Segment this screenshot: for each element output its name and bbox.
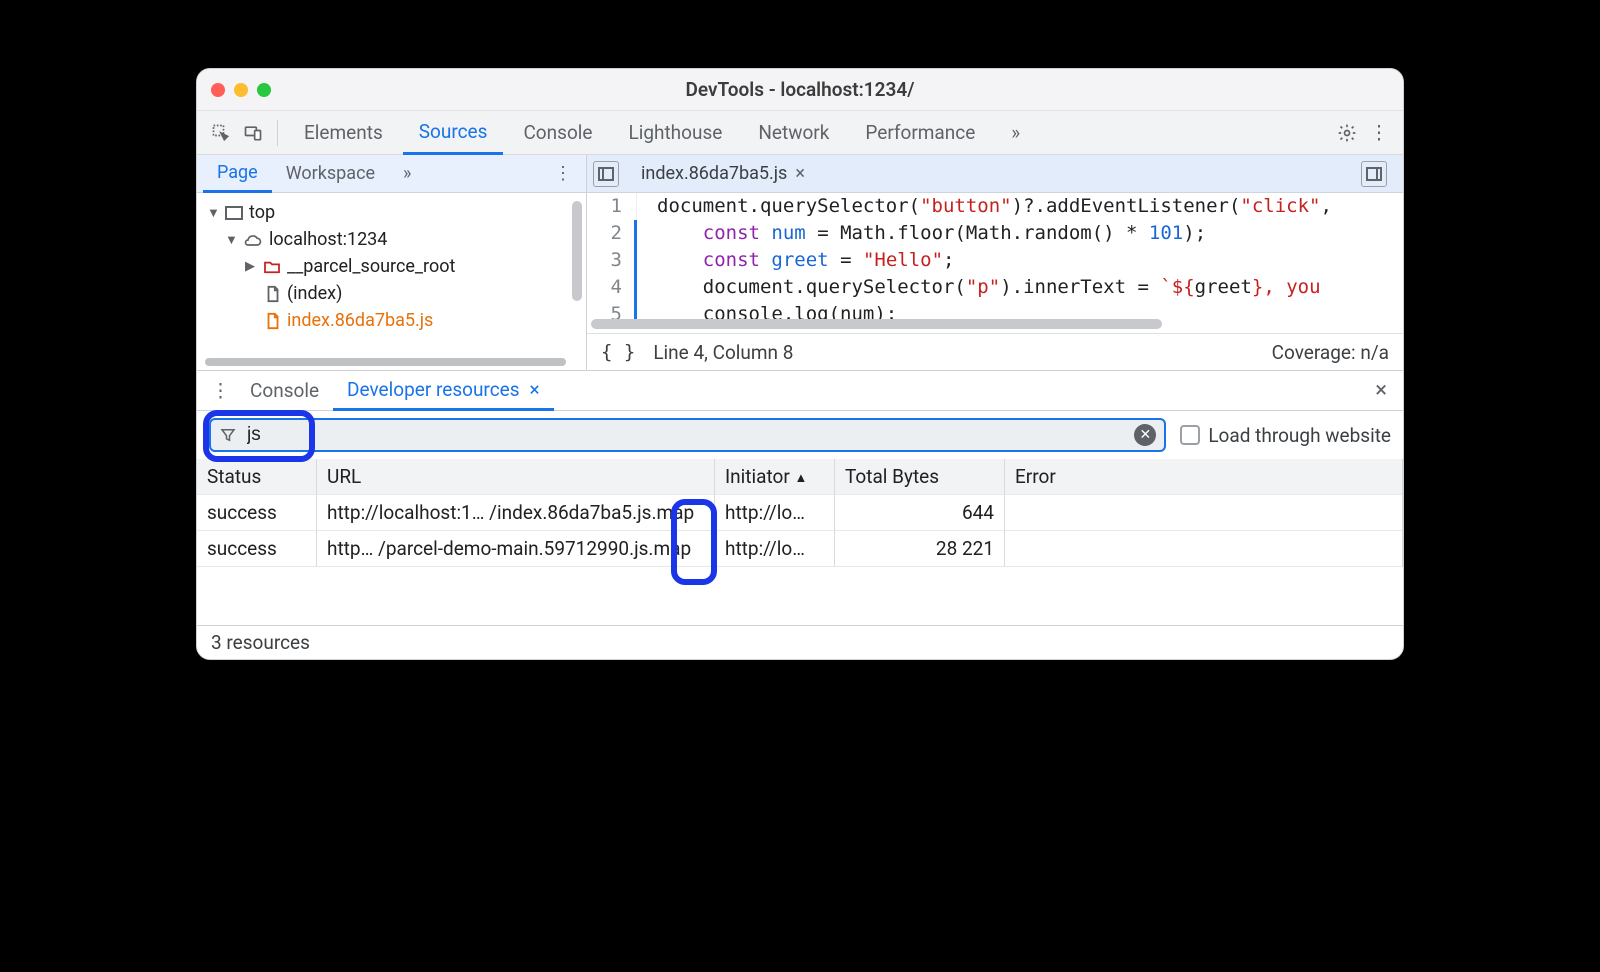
- tab-performance[interactable]: Performance: [849, 111, 991, 154]
- tree-label-jsfile: index.86da7ba5.js: [287, 310, 433, 331]
- close-file-tab-icon[interactable]: ×: [795, 163, 805, 184]
- drawer-kebab-icon[interactable]: ⋮: [205, 371, 236, 410]
- col-url[interactable]: URL: [317, 459, 715, 495]
- settings-icon[interactable]: [1333, 119, 1361, 147]
- navigator-tab-page[interactable]: Page: [203, 156, 272, 193]
- sort-asc-icon: ▲: [794, 471, 807, 486]
- pretty-print-icon[interactable]: { }: [601, 341, 635, 363]
- load-through-website-label: Load through website: [1208, 424, 1391, 447]
- tree-item-index[interactable]: (index): [207, 280, 586, 307]
- cell-status: success: [197, 531, 317, 567]
- cell-error: [1005, 531, 1403, 567]
- tab-sources[interactable]: Sources: [403, 112, 504, 155]
- cell-url: http://localhost:1… /index.86da7ba5.js.m…: [317, 495, 715, 531]
- col-error[interactable]: Error: [1005, 459, 1403, 495]
- js-file-icon: [265, 312, 281, 330]
- main-tab-bar: Elements Sources Console Lighthouse Netw…: [197, 111, 1403, 155]
- cell-initiator: http://lo…: [715, 531, 835, 567]
- clear-filter-icon[interactable]: ✕: [1134, 424, 1156, 446]
- cell-error: [1005, 495, 1403, 531]
- cursor-position: Line 4, Column 8: [653, 341, 793, 364]
- filter-toolbar: ✕ Load through website: [197, 411, 1403, 459]
- drawer-tab-dev-resources-label: Developer resources: [347, 378, 519, 401]
- tree-label-folder: __parcel_source_root: [287, 256, 455, 277]
- table-row[interactable]: success http://localhost:1… /index.86da7…: [197, 495, 1403, 531]
- table-row[interactable]: success http… /parcel-demo-main.59712990…: [197, 531, 1403, 567]
- tab-console[interactable]: Console: [507, 111, 608, 154]
- tree-item-folder[interactable]: ▶ __parcel_source_root: [207, 253, 586, 280]
- inspect-icon[interactable]: [207, 119, 235, 147]
- window-title: DevTools - localhost:1234/: [197, 78, 1403, 101]
- tab-overflow[interactable]: »: [995, 111, 1036, 154]
- filter-icon: [219, 426, 237, 444]
- status-footer: 3 resources: [197, 625, 1403, 659]
- tree-label-top: top: [249, 202, 275, 223]
- tree-label-index: (index): [287, 283, 342, 304]
- editor-h-scrollbar[interactable]: [591, 319, 1162, 329]
- cell-url: http… /parcel-demo-main.59712990.js.map: [317, 531, 715, 567]
- col-bytes[interactable]: Total Bytes: [835, 459, 1005, 495]
- cell-status: success: [197, 495, 317, 531]
- coverage-status: Coverage: n/a: [1272, 341, 1389, 364]
- navigator-more-icon[interactable]: ⋮: [546, 163, 580, 184]
- file-tree: ▼ top ▼ localhost:1234 ▶ __parcel_source…: [197, 193, 586, 370]
- folder-icon: [263, 260, 281, 274]
- tab-network[interactable]: Network: [742, 111, 845, 154]
- checkbox-icon: [1180, 425, 1200, 445]
- kebab-menu-icon[interactable]: ⋮: [1365, 119, 1393, 147]
- drawer-tab-console[interactable]: Console: [236, 371, 333, 410]
- device-toggle-icon[interactable]: [239, 119, 267, 147]
- filter-input-container: ✕: [209, 418, 1166, 452]
- filter-input[interactable]: [247, 424, 1124, 446]
- frame-icon: [225, 206, 243, 220]
- resources-table: Status URL Initiator ▲ Total Bytes Error…: [197, 459, 1403, 625]
- drawer-tab-dev-resources[interactable]: Developer resources ×: [333, 372, 554, 411]
- resource-count: 3 resources: [211, 631, 310, 654]
- tab-elements[interactable]: Elements: [288, 111, 399, 154]
- navigator-tab-overflow[interactable]: »: [389, 155, 425, 192]
- toggle-debug-panel-icon[interactable]: [1361, 161, 1387, 187]
- navigator-pane: Page Workspace » ⋮ ▼ top ▼ localhost:123…: [197, 155, 587, 370]
- editor-file-tab[interactable]: index.86da7ba5.js ×: [629, 155, 813, 192]
- col-status[interactable]: Status: [197, 459, 317, 495]
- cell-bytes: 28 221: [835, 531, 1005, 567]
- devtools-window: DevTools - localhost:1234/ Elements Sour…: [196, 68, 1404, 660]
- titlebar: DevTools - localhost:1234/: [197, 69, 1403, 111]
- tree-item-top[interactable]: ▼ top: [207, 199, 586, 226]
- editor-status-bar: { } Line 4, Column 8 Coverage: n/a: [587, 334, 1403, 370]
- cell-bytes: 644: [835, 495, 1005, 531]
- cell-initiator: http://lo…: [715, 495, 835, 531]
- tree-item-origin[interactable]: ▼ localhost:1234: [207, 226, 586, 253]
- cloud-icon: [243, 232, 263, 248]
- tree-item-jsfile[interactable]: index.86da7ba5.js: [207, 307, 586, 334]
- tree-label-origin: localhost:1234: [269, 229, 387, 250]
- col-initiator[interactable]: Initiator ▲: [715, 459, 835, 495]
- close-drawer-icon[interactable]: ×: [1367, 378, 1395, 403]
- toggle-nav-panel-icon[interactable]: [593, 161, 619, 187]
- code-editor[interactable]: 1document.querySelector("button")?.addEv…: [587, 193, 1403, 334]
- navigator-tab-workspace[interactable]: Workspace: [272, 155, 389, 192]
- editor-file-tab-label: index.86da7ba5.js: [641, 163, 787, 184]
- file-icon: [265, 285, 281, 303]
- tree-h-scrollbar[interactable]: [205, 358, 566, 366]
- table-header-row: Status URL Initiator ▲ Total Bytes Error: [197, 459, 1403, 495]
- drawer-tab-bar: ⋮ Console Developer resources × ×: [197, 371, 1403, 411]
- tree-v-scrollbar[interactable]: [572, 201, 582, 301]
- editor-pane: index.86da7ba5.js × 1document.querySelec…: [587, 155, 1403, 370]
- close-drawer-tab-icon[interactable]: ×: [530, 378, 540, 401]
- tab-lighthouse[interactable]: Lighthouse: [612, 111, 738, 154]
- load-through-website-checkbox[interactable]: Load through website: [1180, 424, 1391, 447]
